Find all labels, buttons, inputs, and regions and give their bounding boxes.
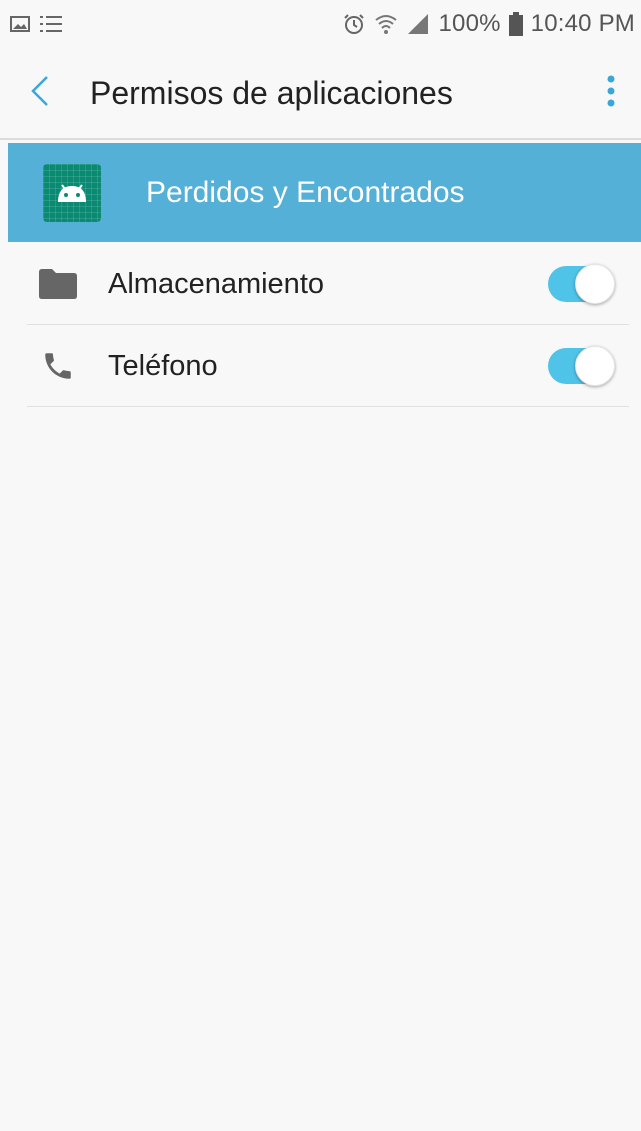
chevron-left-icon: [30, 75, 50, 112]
app-name: Perdidos y Encontrados: [146, 175, 465, 209]
telefono-toggle[interactable]: [548, 346, 615, 386]
back-button[interactable]: [0, 47, 80, 139]
permission-label: Almacenamiento: [108, 267, 324, 300]
permission-row-almacenamiento[interactable]: Almacenamiento: [0, 243, 641, 325]
permission-label: Teléfono: [108, 349, 218, 382]
more-options-button[interactable]: [581, 47, 641, 139]
phone-icon: [38, 349, 78, 383]
gallery-icon: [10, 16, 30, 32]
battery-percent: 100%: [438, 10, 501, 37]
app-bar: Permisos de aplicaciones: [0, 48, 641, 140]
list-icon: [40, 15, 64, 33]
toggle-knob: [575, 264, 615, 304]
status-right: 100% 10:40 PM: [342, 10, 641, 38]
wifi-icon: [374, 12, 398, 36]
page-title: Permisos de aplicaciones: [90, 74, 453, 111]
permissions-list: Almacenamiento Teléfono: [0, 243, 641, 407]
clock: 10:40 PM: [530, 10, 635, 37]
permission-row-telefono[interactable]: Teléfono: [0, 325, 641, 407]
screen: 100% 10:40 PM Permisos de aplicaciones P…: [0, 0, 641, 1131]
battery-icon: [508, 12, 523, 36]
signal-icon: [406, 13, 430, 35]
alarm-icon: [342, 12, 366, 36]
status-bar: 100% 10:40 PM: [0, 0, 641, 48]
android-icon: [43, 163, 101, 222]
app-header: Perdidos y Encontrados: [8, 143, 641, 242]
toggle-knob: [575, 346, 615, 386]
status-left: [0, 15, 64, 33]
folder-icon: [38, 269, 78, 299]
more-vertical-icon: [606, 75, 616, 112]
almacenamiento-toggle[interactable]: [548, 264, 615, 304]
